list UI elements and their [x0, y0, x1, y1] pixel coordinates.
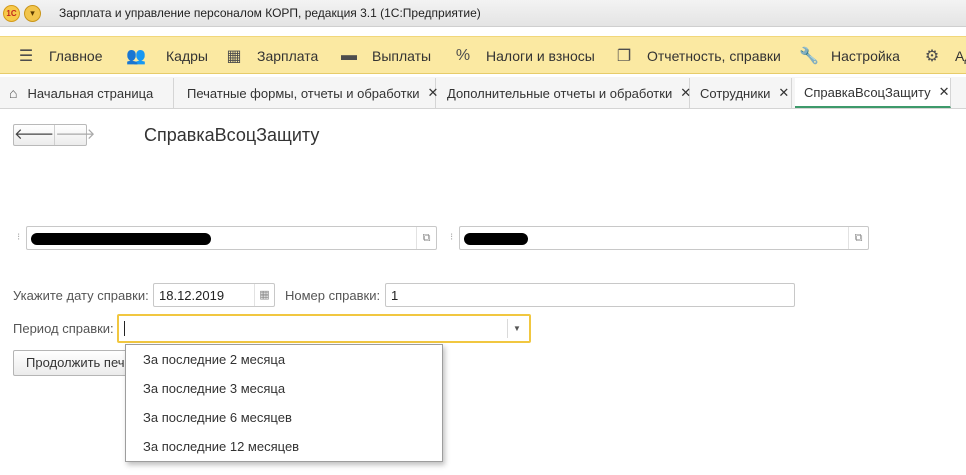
number-field[interactable]: 1: [385, 283, 795, 307]
close-icon[interactable]: ✕: [428, 85, 439, 101]
section-admin[interactable]: ⚙ Ад: [923, 37, 966, 75]
calculator-icon: ▦: [226, 48, 242, 65]
hamburger-icon: ☰: [18, 48, 34, 65]
section-label: Зарплата: [257, 48, 319, 64]
period-label: Период справки:: [13, 321, 114, 336]
section-salary[interactable]: ▦ Зарплата: [225, 37, 318, 75]
form-title: СправкаВсоцЗащиту: [144, 125, 320, 145]
home-icon: ⌂: [9, 85, 18, 101]
open-icon[interactable]: ⧉: [416, 227, 436, 249]
organization-field[interactable]: ⧉: [26, 226, 437, 250]
wallet-icon: ▬: [341, 47, 357, 64]
number-value: 1: [391, 288, 399, 303]
back-arrow-icon[interactable]: 🡐: [14, 125, 56, 145]
section-label: Налоги и взносы: [486, 48, 595, 64]
date-label: Укажите дату справки:: [13, 288, 149, 303]
drag-handle-icon: ⁝: [450, 232, 454, 243]
chevron-down-icon[interactable]: ▼: [507, 319, 526, 338]
tab-label: Дополнительные отчеты и обработки: [447, 85, 673, 101]
open-windows-tabbar: ⌂ Начальная страница Печатные формы, отч…: [0, 77, 966, 109]
section-label: Кадры: [166, 48, 208, 64]
tab-label: Печатные формы, отчеты и обработки: [187, 85, 420, 101]
number-label: Номер справки:: [285, 288, 381, 303]
tab-home[interactable]: ⌂ Начальная страница: [0, 78, 174, 108]
period-option[interactable]: За последние 2 месяца: [126, 345, 442, 374]
section-label: Отчетность, справки: [647, 48, 781, 64]
redacted-value: [31, 233, 211, 245]
section-payments[interactable]: ▬ Выплаты: [340, 37, 431, 75]
window-title: Зарплата и управление персоналом КОРП, р…: [59, 6, 481, 20]
section-label: Выплаты: [372, 48, 432, 64]
percent-icon: %: [455, 47, 471, 64]
tab-label: СправкаВсоцЗащиту: [804, 84, 931, 100]
sections-panel: ☰ Главное 👥 Кадры ▦ Зарплата ▬ Выплаты %…: [0, 36, 966, 74]
close-icon[interactable]: ✕: [939, 84, 950, 100]
employee-field[interactable]: ⧉: [459, 226, 869, 250]
window-title-bar: 1С ▾ Зарплата и управление персоналом КО…: [0, 0, 966, 27]
section-label: Настройка: [831, 48, 900, 64]
date-value: 18.12.2019: [159, 288, 225, 303]
section-personnel[interactable]: 👥 Кадры: [126, 37, 208, 75]
documents-icon: ❐: [616, 48, 632, 65]
section-taxes[interactable]: % Налоги и взносы: [454, 37, 595, 75]
tab-print-forms[interactable]: Печатные формы, отчеты и обработки ✕: [178, 78, 439, 108]
history-navigation: 🡐 🡒: [13, 124, 95, 146]
period-option[interactable]: За последние 12 месяцев: [126, 432, 442, 461]
section-label: Главное: [49, 48, 103, 64]
app-menu-button[interactable]: ▾: [24, 5, 41, 22]
period-select[interactable]: ▼: [117, 314, 531, 343]
drag-handle-icon: ⁝: [17, 232, 21, 243]
section-label: Ад: [955, 48, 966, 64]
close-icon[interactable]: ✕: [680, 85, 691, 101]
people-icon: 👥: [126, 48, 146, 65]
period-dropdown-list: За последние 2 месяца За последние 3 мес…: [125, 344, 443, 462]
wrench-icon: 🔧: [799, 48, 819, 65]
section-settings[interactable]: 🔧 Настройка: [799, 37, 900, 75]
section-reports[interactable]: ❐ Отчетность, справки: [615, 37, 781, 75]
tab-employees[interactable]: Сотрудники ✕: [691, 78, 792, 108]
tab-label: Сотрудники: [700, 85, 771, 101]
close-icon[interactable]: ✕: [778, 85, 789, 101]
open-icon[interactable]: ⧉: [848, 227, 868, 249]
section-main[interactable]: ☰ Главное: [17, 37, 103, 75]
gear-icon: ⚙: [924, 48, 940, 65]
tab-label: Начальная страница: [27, 85, 154, 101]
tab-spravka[interactable]: СправкаВсоцЗащиту ✕: [795, 78, 951, 108]
period-option[interactable]: За последние 3 месяца: [126, 374, 442, 403]
tab-additional-reports[interactable]: Дополнительные отчеты и обработки ✕: [438, 78, 691, 108]
period-option[interactable]: За последние 6 месяцев: [126, 403, 442, 432]
redacted-value: [464, 233, 528, 245]
app-logo-icon: 1С: [3, 5, 20, 22]
calendar-icon[interactable]: ▦: [254, 284, 274, 306]
date-field[interactable]: 18.12.2019 ▦: [153, 283, 275, 307]
forward-arrow-icon[interactable]: 🡒: [55, 125, 95, 145]
text-cursor: [124, 321, 125, 336]
